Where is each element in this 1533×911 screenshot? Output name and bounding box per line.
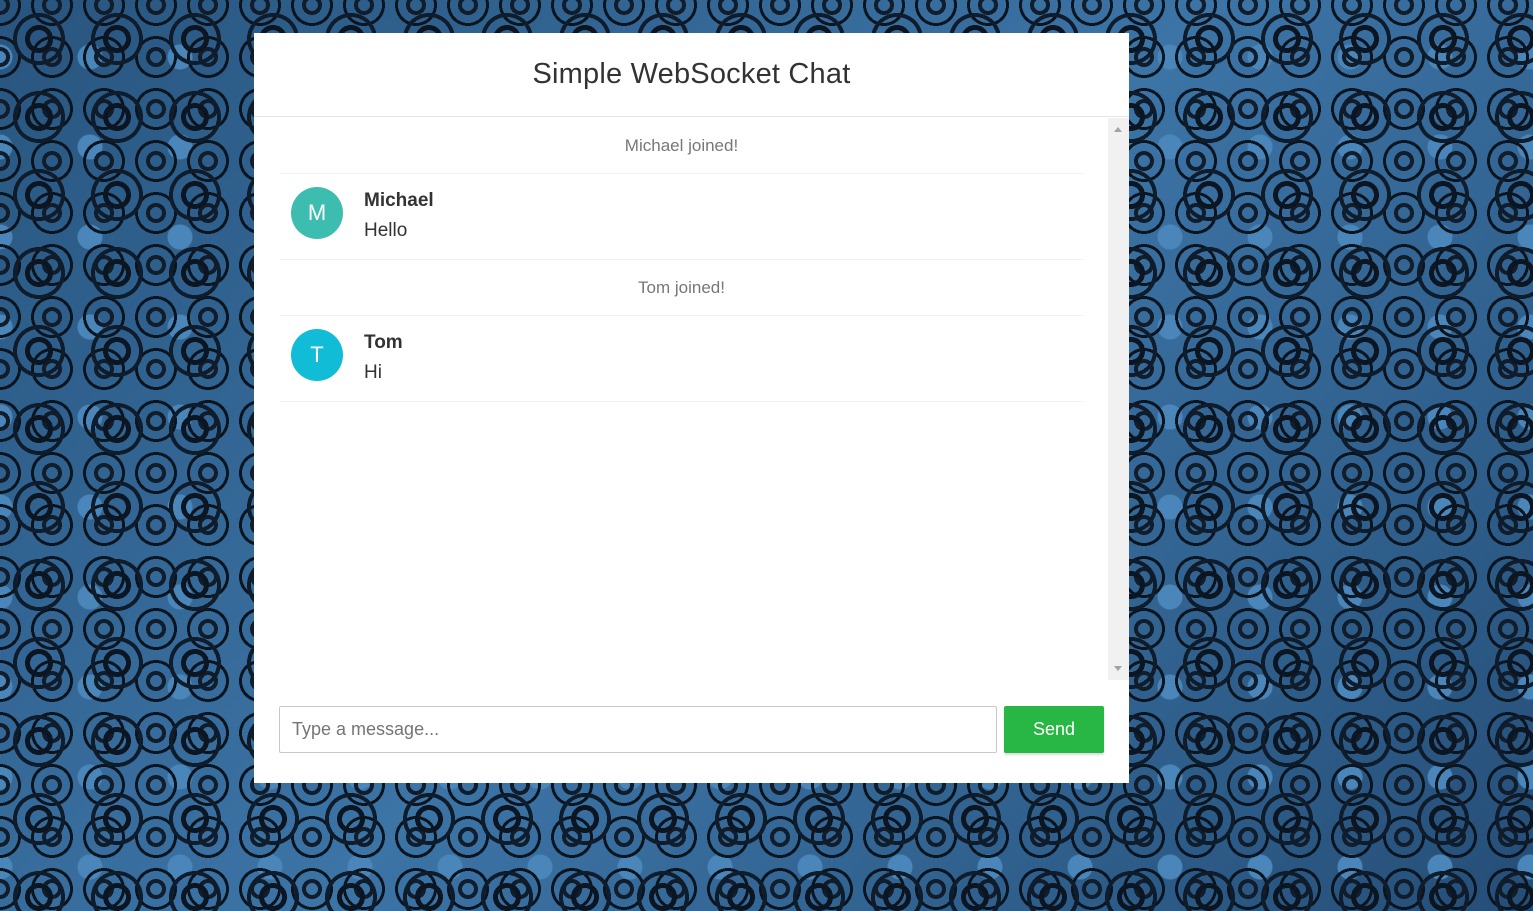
chat-message: M Michael Hello (280, 174, 1083, 260)
message-text: Hi (364, 362, 382, 383)
avatar: T (291, 329, 343, 381)
message-sender: Michael (364, 190, 434, 211)
message-area[interactable]: Michael joined! M Michael Hello Tom join… (254, 118, 1129, 680)
message-sender: Tom (364, 332, 403, 353)
message-input[interactable] (279, 706, 997, 753)
chat-message: T Tom Hi (280, 316, 1083, 402)
event-text: Michael joined! (624, 135, 739, 155)
send-button[interactable]: Send (1004, 706, 1104, 753)
scrollbar[interactable] (1108, 118, 1129, 680)
chat-container: Simple WebSocket Chat Michael joined! M … (254, 33, 1129, 783)
event-message: Michael joined! (280, 118, 1083, 174)
scroll-down-arrow-icon[interactable] (1114, 666, 1122, 671)
chat-header: Simple WebSocket Chat (254, 33, 1129, 117)
event-text: Tom joined! (638, 277, 725, 297)
message-list: Michael joined! M Michael Hello Tom join… (254, 118, 1129, 402)
avatar: M (291, 187, 343, 239)
scroll-up-arrow-icon[interactable] (1114, 127, 1122, 132)
message-text: Hello (364, 220, 408, 241)
event-message: Tom joined! (280, 260, 1083, 316)
page-title: Simple WebSocket Chat (532, 58, 851, 90)
message-form: Send (279, 706, 1104, 753)
